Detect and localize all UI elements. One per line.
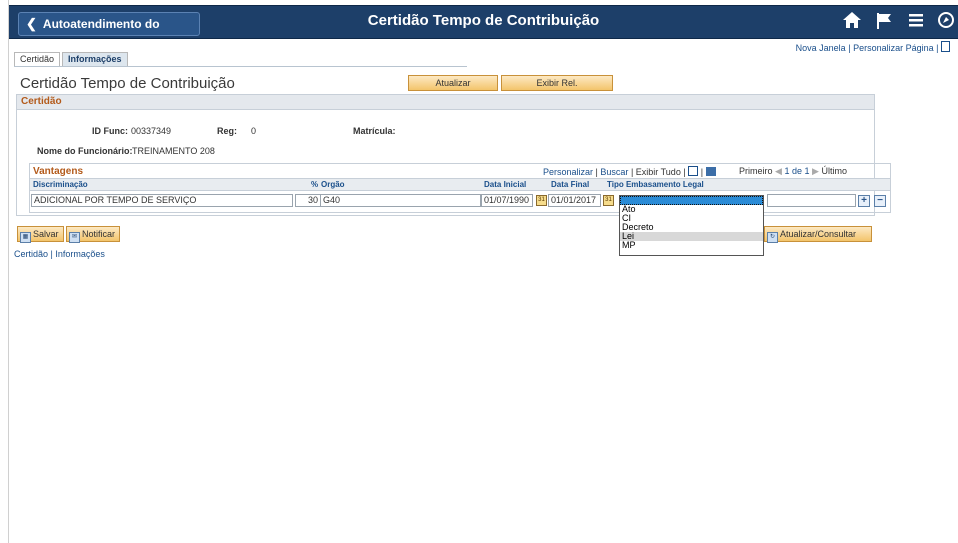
grid-title: Vantagens [33,166,84,177]
next-icon[interactable]: ▶ [812,166,819,176]
column-discriminacao: Discriminação [33,180,88,189]
data-inicial-field[interactable]: 01/07/1990 [481,194,533,207]
help-icon[interactable] [941,41,950,52]
show-all-link[interactable]: Exibir Tudo [636,167,681,177]
search-link[interactable]: Buscar [600,167,628,177]
add-row-button[interactable]: + [858,195,870,207]
top-banner: ❮ Autoatendimento do Gerente Certidão Tem… [9,5,958,53]
calendar-icon[interactable]: 31 [536,195,547,206]
column-data-inicial: Data Inicial [484,180,527,189]
tab-bar: Certidão Informações [14,52,130,66]
last-link[interactable]: Último [821,166,847,176]
update-button[interactable]: Atualizar [408,75,498,91]
bottom-links: Certidão | Informações [14,249,105,259]
first-link[interactable]: Primeiro [739,166,773,176]
delete-row-button[interactable]: − [874,195,886,207]
data-final-field[interactable]: 01/01/2017 [548,194,601,207]
separator: | [848,43,851,53]
separator: | [936,43,939,53]
reg-label: Reg: [217,126,237,136]
save-icon: ▦ [20,232,31,243]
personalize-link[interactable]: Personalizar [543,167,593,177]
grid-nav: Personalizar | Buscar | Exibir Tudo | | [543,166,716,177]
refresh-label: Atualizar/Consultar [780,229,857,239]
zoom-icon[interactable] [688,166,699,176]
report-button[interactable]: Exibir Rel. [501,75,613,91]
chevron-left-icon: ❮ [26,16,37,31]
section-title: Certidão [17,95,874,110]
column-tipo-embasamento: Tipo Embasamento Legal [607,180,704,189]
grid-header-row: Discriminação % Orgão Data Inicial Data … [30,178,890,191]
page-title: Certidão Tempo de Contribuição [20,75,235,92]
back-button-label: Autoatendimento do Gerente [19,17,160,53]
matricula-label: Matrícula: [353,126,396,136]
extra-field[interactable] [767,194,856,207]
id-func-value: 00337349 [131,126,172,136]
dropdown-option-decreto[interactable]: Decreto [620,223,763,232]
grid-pager: Primeiro ◀ 1 de 1 ▶ Último [739,166,847,177]
column-orgao: Orgão [321,180,345,189]
orgao-field[interactable]: G40 [320,194,481,207]
id-func-label: ID Func: [92,126,128,136]
percent-field[interactable]: 30 [295,194,321,207]
tab-informacoes[interactable]: Informações [62,52,128,66]
page-links: Nova Janela | Personalizar Página | [796,41,950,53]
dropdown-option-blank[interactable] [620,196,763,205]
calendar-icon[interactable]: 31 [603,195,614,206]
menu-icon[interactable] [904,10,928,34]
save-button[interactable]: ▦ Salvar [17,226,64,243]
column-percent: % [311,180,319,189]
notify-icon: ✉ [69,232,80,243]
separator: | [630,167,634,177]
notify-button[interactable]: ✉ Notificar [66,226,121,243]
home-icon[interactable] [840,10,864,34]
left-frame-border [0,0,9,543]
separator: | [595,167,598,177]
separator: | [683,167,686,177]
navbar-icon[interactable] [934,10,958,34]
save-label: Salvar [33,229,59,239]
refresh-button[interactable]: ↻ Atualizar/Consultar [764,226,872,243]
refresh-icon: ↻ [767,232,778,243]
dropdown-option-mp[interactable]: MP [620,241,763,250]
tab-certidao[interactable]: Certidão [14,52,61,66]
flag-icon[interactable] [872,10,896,34]
certidao-link[interactable]: Certidão [14,249,48,259]
back-button[interactable]: ❮ Autoatendimento do Gerente [18,12,200,53]
column-data-final: Data Final [551,180,590,189]
tab-underline [14,66,467,67]
employee-name-label: Nome do Funcionário: [37,146,133,156]
download-grid-icon[interactable] [705,167,716,176]
notify-label: Notificar [82,229,116,239]
row-range: 1 de 1 [784,166,810,176]
prev-icon[interactable]: ◀ [775,166,782,176]
new-window-link[interactable]: Nova Janela [796,43,846,53]
dropdown-option-ato[interactable]: Ato [620,205,763,214]
separator: | [50,249,53,259]
separator: | [700,167,704,177]
reg-value: 0 [251,126,257,136]
dropdown-option-lei[interactable]: Lei [620,232,763,241]
personalize-page-link[interactable]: Personalizar Página [853,43,934,53]
discriminacao-field[interactable]: ADICIONAL POR TEMPO DE SERVIÇO [31,194,293,207]
tipo-embasamento-dropdown[interactable]: Ato CI Decreto Lei MP [619,195,764,256]
employee-name-value: TREINAMENTO 208 [132,146,215,156]
informacoes-link[interactable]: Informações [55,249,105,259]
